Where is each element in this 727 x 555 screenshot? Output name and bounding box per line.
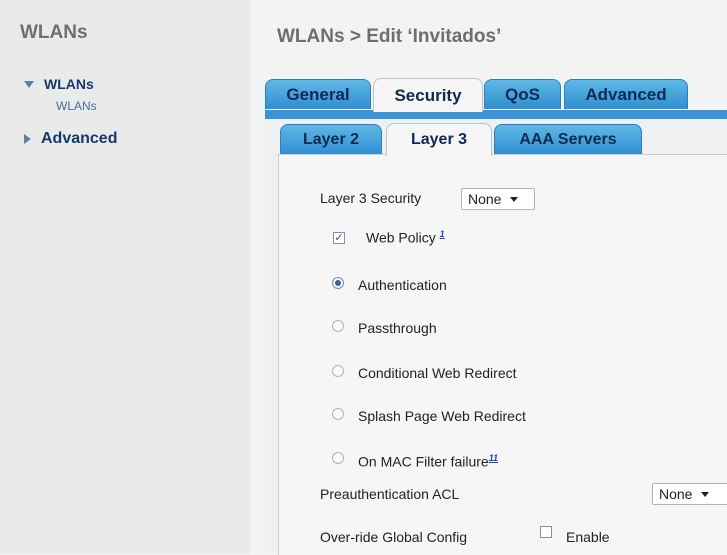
tab-advanced[interactable]: Advanced — [564, 79, 688, 109]
tab-security[interactable]: Security — [373, 78, 483, 112]
web-policy-label: Web Policy 1 — [366, 229, 445, 246]
web-policy-text: Web Policy — [366, 229, 436, 246]
mac-filter-failure-label: On MAC Filter failure11 — [358, 453, 498, 470]
tab-strip — [265, 110, 727, 119]
layer3-security-label: Layer 3 Security — [320, 190, 422, 206]
sidebar-item-label: Advanced — [41, 130, 118, 147]
conditional-web-redirect-radio[interactable] — [332, 365, 344, 377]
preauth-acl-select[interactable]: None — [652, 483, 727, 505]
expanded-triangle-icon — [24, 80, 34, 88]
layer3-security-select[interactable]: None — [461, 188, 535, 210]
sidebar-subitem-wlans[interactable]: WLANs — [56, 99, 97, 113]
chevron-down-icon — [510, 196, 519, 202]
sidebar-item-wlans[interactable]: WLANs — [24, 76, 94, 92]
mac-filter-failure-radio[interactable] — [332, 452, 344, 464]
select-value: None — [468, 191, 502, 207]
collapsed-triangle-icon — [24, 134, 31, 144]
conditional-web-redirect-label: Conditional Web Redirect — [358, 365, 517, 381]
sidebar-item-advanced[interactable]: Advanced — [24, 130, 117, 148]
web-policy-checkbox[interactable]: ✓ — [333, 232, 345, 244]
mac-filter-footnote-link[interactable]: 11 — [489, 453, 498, 463]
sidebar-item-label: WLANs — [44, 76, 94, 92]
tab-general[interactable]: General — [265, 79, 371, 109]
override-enable-label: Enable — [566, 529, 610, 545]
web-policy-footnote-link[interactable]: 1 — [440, 229, 445, 239]
sidebar-title: WLANs — [20, 22, 88, 43]
authentication-label: Authentication — [358, 277, 447, 293]
page-title: WLANs > Edit ‘Invitados’ — [277, 26, 502, 47]
sidebar: WLANs WLANs WLANs Advanced — [0, 0, 250, 554]
passthrough-radio[interactable] — [332, 320, 344, 332]
passthrough-label: Passthrough — [358, 320, 437, 336]
authentication-radio[interactable] — [332, 277, 344, 289]
tab-layer2[interactable]: Layer 2 — [280, 124, 382, 155]
tab-qos[interactable]: QoS — [484, 79, 561, 109]
tab-aaa-servers[interactable]: AAA Servers — [494, 124, 642, 155]
preauth-acl-label: Preauthentication ACL — [320, 486, 460, 502]
tab-layer3[interactable]: Layer 3 — [386, 123, 492, 156]
splash-page-web-redirect-radio[interactable] — [332, 408, 344, 420]
override-global-config-label: Over-ride Global Config — [320, 529, 468, 545]
select-value: None — [659, 486, 693, 502]
override-enable-checkbox[interactable] — [540, 526, 552, 538]
splash-page-web-redirect-label: Splash Page Web Redirect — [358, 408, 526, 424]
chevron-down-icon — [701, 491, 710, 497]
mac-filter-failure-text: On MAC Filter failure — [358, 453, 489, 470]
